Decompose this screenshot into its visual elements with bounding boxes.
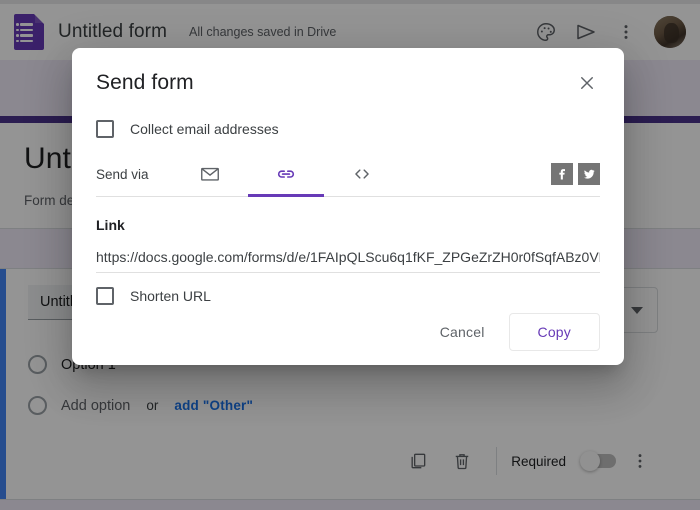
shorten-url-row[interactable]: Shorten URL <box>96 273 600 305</box>
add-other-link[interactable]: add "Other" <box>174 398 253 413</box>
radio-icon <box>28 355 47 374</box>
link-url-input[interactable]: https://docs.google.com/forms/d/e/1FAIpQ… <box>96 233 600 273</box>
dialog-title: Send form <box>96 71 194 95</box>
more-vert-icon[interactable] <box>606 12 646 52</box>
cancel-button[interactable]: Cancel <box>426 314 499 350</box>
tab-send-link[interactable] <box>248 152 324 196</box>
add-option-label[interactable]: Add option <box>61 398 130 414</box>
send-icon[interactable] <box>566 12 606 52</box>
required-label: Required <box>511 454 566 469</box>
trash-icon[interactable] <box>442 441 482 481</box>
add-option-row[interactable]: Add option or add "Other" <box>28 396 678 415</box>
required-toggle[interactable] <box>582 454 616 468</box>
close-icon[interactable] <box>572 68 602 98</box>
collect-email-label: Collect email addresses <box>130 121 279 137</box>
tab-send-email[interactable] <box>172 152 248 196</box>
tab-send-embed[interactable] <box>324 152 400 196</box>
duplicate-icon[interactable] <box>398 441 438 481</box>
document-title[interactable]: Untitled form <box>58 21 167 43</box>
link-section-label: Link <box>96 197 600 233</box>
collect-email-row[interactable]: Collect email addresses <box>96 104 600 150</box>
send-via-row: Send via <box>96 152 600 197</box>
send-via-label: Send via <box>96 167 172 182</box>
chevron-down-icon <box>631 307 643 314</box>
toolbar-divider <box>496 447 497 475</box>
dialog-header: Send form <box>72 48 624 104</box>
question-toolbar: Required <box>28 433 678 491</box>
shorten-url-label: Shorten URL <box>130 288 211 304</box>
more-vert-icon[interactable] <box>620 441 660 481</box>
shorten-url-checkbox[interactable] <box>96 287 114 305</box>
facebook-icon[interactable] <box>551 163 573 185</box>
toggle-knob <box>580 451 600 471</box>
google-forms-icon <box>14 14 44 50</box>
palette-icon[interactable] <box>526 12 566 52</box>
copy-button[interactable]: Copy <box>509 313 600 351</box>
twitter-icon[interactable] <box>578 163 600 185</box>
send-form-dialog: Send form Collect email addresses Send v… <box>72 48 624 365</box>
save-status: All changes saved in Drive <box>189 25 336 39</box>
dialog-actions: Cancel Copy <box>72 305 624 351</box>
dialog-body: Collect email addresses Send via <box>72 104 624 305</box>
avatar[interactable] <box>654 16 686 48</box>
or-label: or <box>146 398 158 413</box>
collect-email-checkbox[interactable] <box>96 120 114 138</box>
radio-icon <box>28 396 47 415</box>
